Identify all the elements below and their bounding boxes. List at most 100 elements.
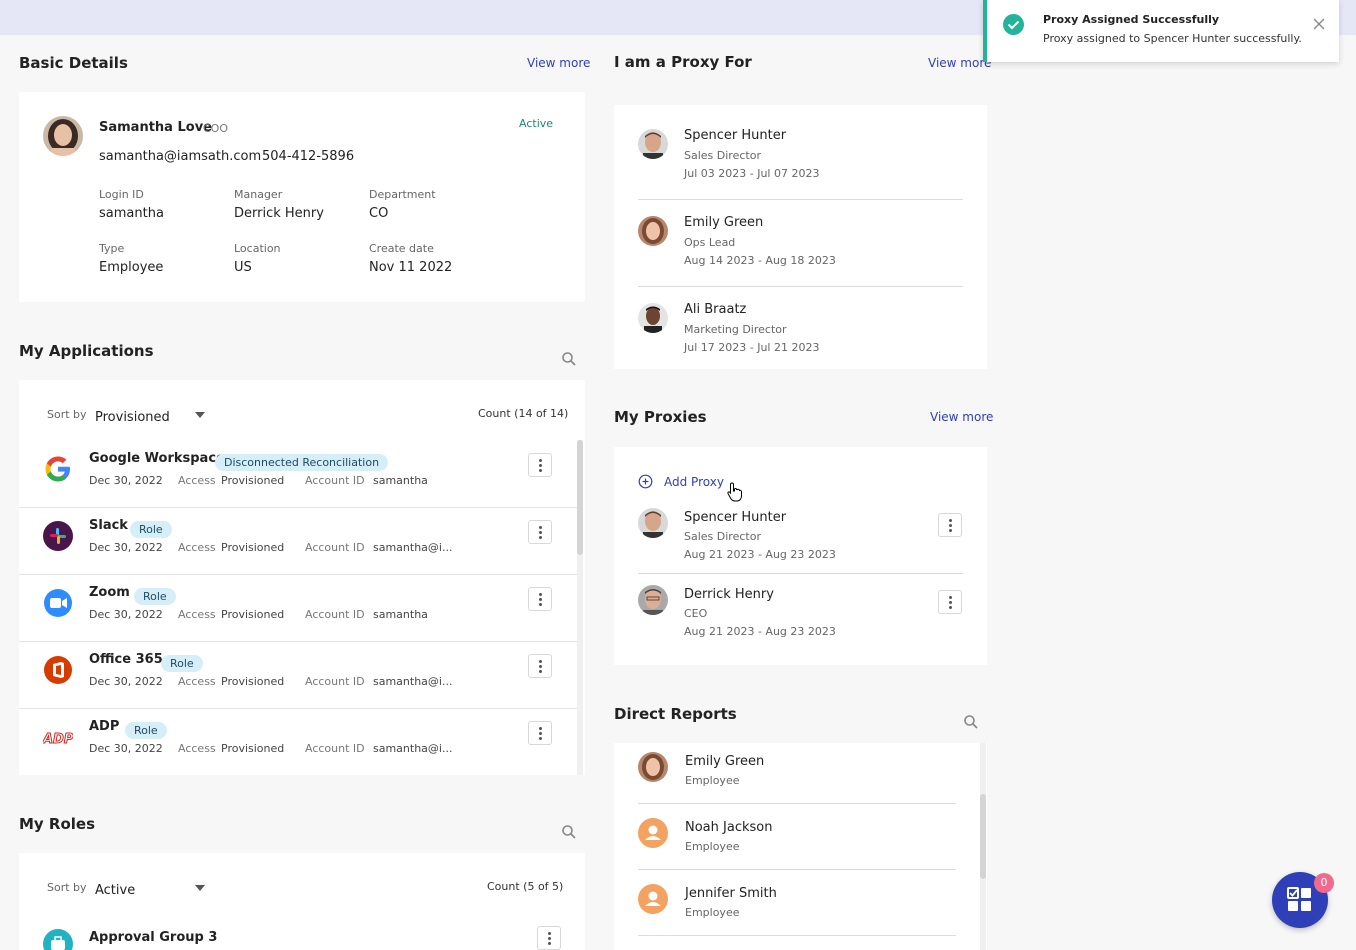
proxy-for-view-more-link[interactable]: View more [928,56,991,70]
app-badge: Role [134,588,176,605]
divider [638,286,963,287]
divider [638,573,963,574]
access-label: Access [178,541,216,554]
add-proxy-label: Add Proxy [664,475,724,489]
access-value: Provisioned [221,742,285,755]
sort-by-label: Sort by [47,881,87,894]
user-avatar-icon [638,884,668,914]
report-name[interactable]: Emily Green [685,754,764,769]
direct-reports-scrollbar[interactable] [980,743,986,950]
sort-by-dropdown[interactable]: Active [95,879,210,899]
my-applications-title: My Applications [19,342,154,360]
app-date: Dec 30, 2022 [89,541,163,554]
list-item[interactable]: Slack Role Dec 30, 2022 Access Provision… [19,508,577,575]
report-name[interactable]: Jennifer Smith [685,886,777,901]
more-options-icon[interactable] [528,654,552,678]
scrollbar-thumb[interactable] [980,794,986,879]
more-options-icon[interactable] [537,926,561,950]
close-icon[interactable] [1313,15,1325,30]
more-options-icon[interactable] [528,587,552,611]
app-name: Zoom [89,585,130,600]
roles-card: Sort by Active Count (5 of 5) Approval G… [19,853,585,950]
success-toast: Proxy Assigned Successfully Proxy assign… [983,0,1339,62]
briefcase-icon [43,929,73,950]
search-icon[interactable] [561,351,577,367]
list-item[interactable]: Zoom Role Dec 30, 2022 Access Provisione… [19,575,577,642]
chevron-down-icon [195,412,205,418]
more-options-icon[interactable] [528,520,552,544]
toast-title: Proxy Assigned Successfully [1043,13,1220,26]
account-id-value: samantha@i... [373,541,453,554]
my-proxies-title: My Proxies [614,408,707,426]
more-options-icon[interactable] [938,590,962,614]
plus-circle-icon [638,474,653,489]
proxy-dates: Aug 21 2023 - Aug 23 2023 [684,625,836,638]
proxy-for-title-text: Ops Lead [684,236,736,249]
type-value: Employee [99,260,164,275]
proxy-for-dates: Jul 03 2023 - Jul 07 2023 [684,167,820,180]
more-options-icon[interactable] [528,453,552,477]
department-label: Department [369,188,436,201]
access-value: Provisioned [221,541,285,554]
account-id-label: Account ID [305,742,365,755]
report-type: Employee [685,906,740,919]
location-label: Location [234,242,281,255]
app-date: Dec 30, 2022 [89,742,163,755]
list-item[interactable]: ADP ADP Role Dec 30, 2022 Access Provisi… [19,709,577,775]
divider [638,935,956,936]
search-icon[interactable] [963,714,979,730]
divider [638,803,956,804]
hand-cursor-icon [727,482,742,502]
search-icon[interactable] [561,824,577,840]
proxy-for-dates: Jul 17 2023 - Jul 21 2023 [684,341,820,354]
account-id-value: samantha@i... [373,675,453,688]
proxy-name: Derrick Henry [684,587,774,602]
access-label: Access [178,608,216,621]
user-email: samantha@iamsath.com [99,149,262,164]
app-date: Dec 30, 2022 [89,675,163,688]
toast-message: Proxy assigned to Spencer Hunter success… [1043,32,1302,45]
derrick-henry-avatar [638,585,668,615]
proxy-title-text: Sales Director [684,530,761,543]
login-id-label: Login ID [99,188,144,201]
app-badge: Role [125,722,167,739]
user-full-name: Samantha Love [99,120,212,135]
proxy-for-card: Spencer Hunter Sales Director Jul 03 202… [614,105,987,369]
emily-green-avatar [638,752,668,782]
more-options-icon[interactable] [938,513,962,537]
basic-details-view-more-link[interactable]: View more [527,56,590,70]
app-date: Dec 30, 2022 [89,474,163,487]
user-avatar-icon [638,818,668,848]
app-date: Dec 30, 2022 [89,608,163,621]
spencer-hunter-avatar [638,508,668,538]
proxy-title-text: CEO [684,607,708,620]
access-label: Access [178,474,216,487]
grid-check-icon [1287,887,1311,911]
proxy-for-dates: Aug 14 2023 - Aug 18 2023 [684,254,836,267]
more-options-icon[interactable] [528,721,552,745]
divider [638,199,963,200]
proxy-for-title: I am a Proxy For [614,53,752,71]
my-roles-title: My Roles [19,815,96,833]
type-label: Type [99,242,125,255]
sort-by-label: Sort by [47,408,87,421]
applications-scrollbar[interactable] [577,440,583,775]
scrollbar-thumb[interactable] [577,440,583,555]
report-type: Employee [685,774,740,787]
ali-braatz-avatar [638,303,668,333]
access-value: Provisioned [221,474,285,487]
my-proxies-view-more-link[interactable]: View more [930,410,993,424]
account-id-label: Account ID [305,474,365,487]
app-name: ADP [89,719,120,734]
account-id-label: Account ID [305,675,365,688]
proxy-dates: Aug 21 2023 - Aug 23 2023 [684,548,836,561]
role-name[interactable]: Approval Group 3 [89,930,217,945]
list-item[interactable]: Google Workspace Disconnected Reconcilia… [19,441,577,508]
app-badge: Role [161,655,203,672]
report-name[interactable]: Noah Jackson [685,820,772,835]
zoom-logo-icon [43,588,73,618]
user-role: COO [203,122,228,135]
applications-count: Count (14 of 14) [478,407,569,420]
list-item[interactable]: Office 365 Role Dec 30, 2022 Access Prov… [19,642,577,709]
sort-by-dropdown[interactable]: Provisioned [95,406,210,426]
